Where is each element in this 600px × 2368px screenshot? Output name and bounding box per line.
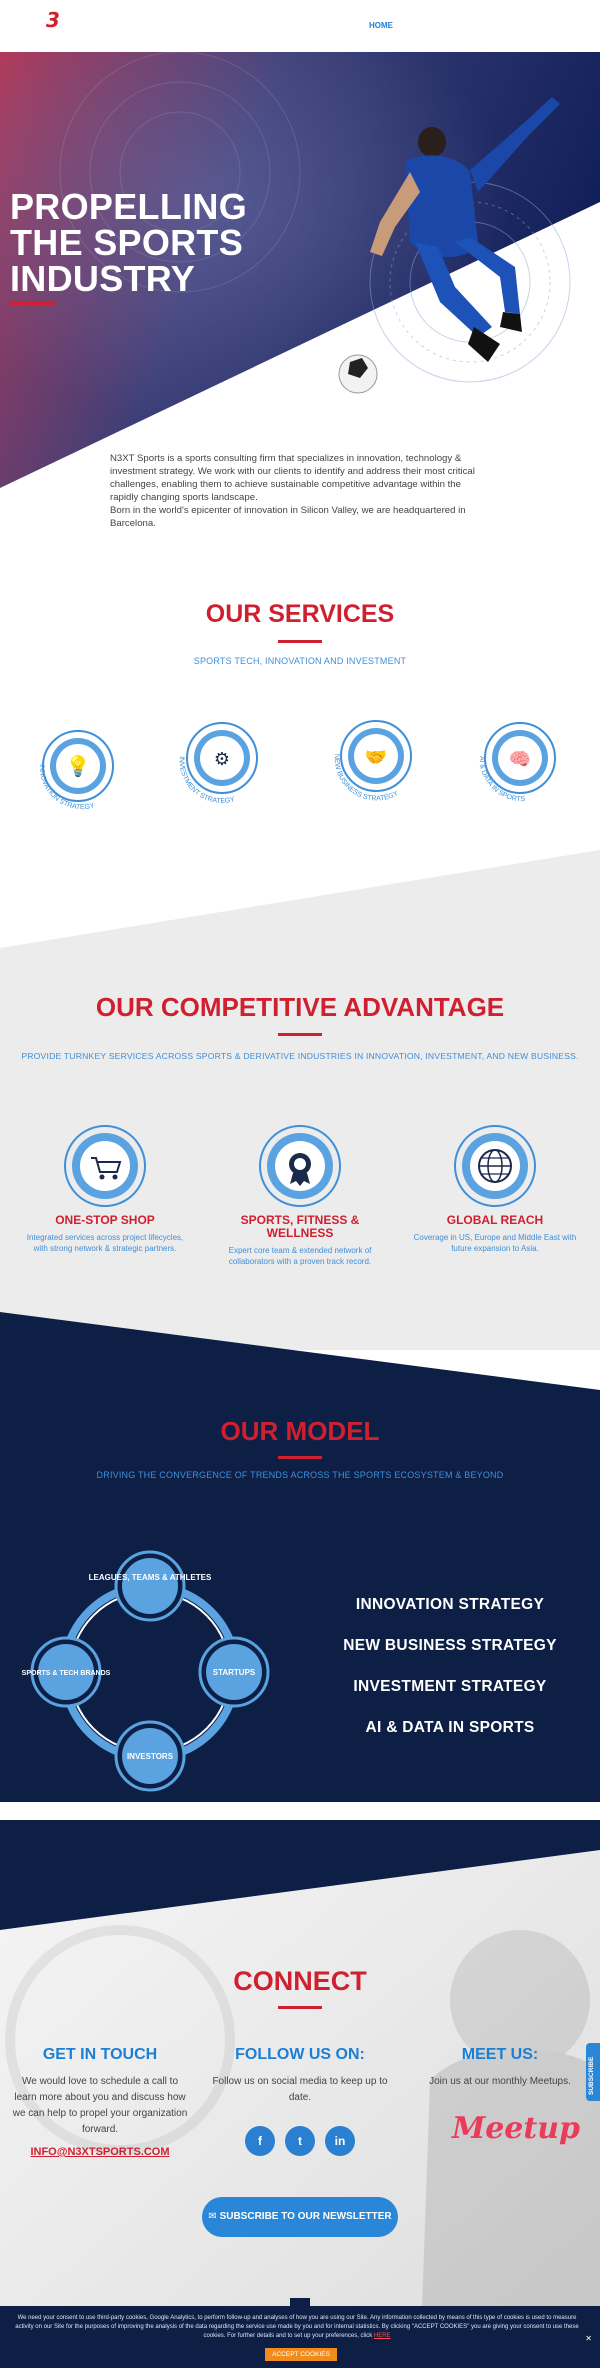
site-header: 3 HOME: [0, 0, 600, 52]
services-icons: 💡 INNOVATION STRATEGY ⚙ INVESTMENT STRAT…: [38, 720, 556, 811]
advantage-one-stop-shop: ONE-STOP SHOP Integrated services across…: [20, 1124, 190, 1254]
node-label: STARTUPS: [213, 1668, 256, 1677]
connect-title-underline: [278, 2006, 322, 2009]
meetup-logo[interactable]: Meetup: [452, 2111, 580, 2146]
node-label: SPORTS & TECH BRANDS: [22, 1670, 111, 1677]
hero-section: PROPELLING THE SPORTS INDUSTRY: [0, 52, 600, 492]
model-node-leagues: LEAGUES, TEAMS & ATHLETES: [89, 1550, 212, 1622]
follow-us-column: FOLLOW US ON: Follow us on social media …: [210, 2046, 390, 2106]
hero-title-underline: [10, 302, 56, 305]
advantage-global-reach: GLOBAL REACH Coverage in US, Europe and …: [410, 1124, 580, 1254]
accept-cookies-button[interactable]: ACCEPT COOKIES: [265, 2348, 337, 2361]
logo[interactable]: 3: [46, 8, 60, 32]
advantage-title-underline: [278, 1033, 322, 1036]
advantage-title: OUR COMPETITIVE ADVANTAGE: [95, 992, 505, 1022]
nav-home-link[interactable]: HOME: [369, 21, 393, 30]
connect-title: CONNECT: [233, 1966, 367, 1996]
close-icon[interactable]: ✕: [585, 2334, 592, 2343]
advantage-desc: Expert core team & extended network of c…: [228, 1246, 372, 1266]
follow-us-heading: FOLLOW US ON:: [235, 2046, 365, 2063]
advantage-desc: Integrated services across project lifec…: [26, 1233, 184, 1253]
lightbulb-icon: 💡: [66, 754, 91, 778]
cookie-message: We need your consent to use third-party …: [15, 2315, 579, 2339]
cookie-banner: We need your consent to use third-party …: [0, 2298, 600, 2368]
subscribe-newsletter-button[interactable]: ✉ SUBSCRIBE TO OUR NEWSLETTER: [202, 2197, 398, 2237]
model-node-startups: STARTUPS: [198, 1636, 270, 1708]
handshake-icon: 🤝: [365, 747, 387, 768]
advantage-name: ONE-STOP SHOP: [55, 1213, 155, 1227]
model-node-brands: SPORTS & TECH BRANDS: [22, 1636, 111, 1708]
advantage-name: GLOBAL REACH: [446, 1213, 544, 1227]
subscribe-side-tab[interactable]: SUBSCRIBE: [586, 2043, 600, 2101]
advantage-sports-fitness: SPORTS, FITNESS & WELLNESS Expert core t…: [215, 1124, 385, 1267]
service-investment[interactable]: ⚙ INVESTMENT STRATEGY: [178, 722, 258, 805]
model-list-item: INVESTMENT STRATEGY: [353, 1678, 547, 1695]
envelope-icon: ✉: [208, 2211, 220, 2222]
cookie-text: We need your consent to use third-party …: [10, 2314, 584, 2341]
globe-icon: [454, 1125, 536, 1207]
investment-icon: ⚙: [214, 749, 230, 770]
medal-icon: [259, 1125, 341, 1207]
model-title-underline: [278, 1456, 322, 1459]
model-list-item: NEW BUSINESS STRATEGY: [343, 1637, 557, 1654]
services-subtitle: SPORTS TECH, INNOVATION AND INVESTMENT: [193, 656, 407, 666]
newsletter-label: SUBSCRIBE TO OUR NEWSLETTER: [219, 2211, 392, 2222]
node-label: INVESTORS: [127, 1752, 174, 1761]
model-subtitle: DRIVING THE CONVERGENCE OF TRENDS ACROSS…: [96, 1470, 504, 1480]
service-ai-data[interactable]: 🧠 AI & DATA IN SPORTS: [478, 722, 556, 803]
advantage-name: SPORTS, FITNESS & WELLNESS: [240, 1213, 360, 1240]
subscribe-tab-label: SUBSCRIBE: [588, 2056, 595, 2095]
get-in-touch-text: We would love to schedule a call to lear…: [12, 2076, 188, 2135]
cookie-preferences-link[interactable]: HERE: [374, 2333, 391, 2339]
model-list: INNOVATION STRATEGY NEW BUSINESS STRATEG…: [340, 1597, 560, 1761]
linkedin-icon[interactable]: in: [325, 2126, 355, 2156]
node-label: LEAGUES, TEAMS & ATHLETES: [89, 1573, 212, 1582]
advantage-background: [0, 850, 600, 1350]
twitter-icon[interactable]: t: [285, 2126, 315, 2156]
facebook-icon[interactable]: f: [245, 2126, 275, 2156]
service-new-business[interactable]: 🤝 NEW BUSINESS STRATEGY: [333, 720, 412, 802]
meet-us-heading: MEET US:: [461, 2046, 539, 2063]
intro-text: N3XT Sports is a sports consulting firm …: [110, 452, 490, 530]
intro-paragraph: Born in the world's epicenter of innovat…: [110, 505, 466, 529]
model-list-item: INNOVATION STRATEGY: [355, 1596, 545, 1613]
brain-icon: 🧠: [509, 749, 531, 770]
cookie-banner-tab[interactable]: [290, 2298, 310, 2306]
model-list-item: AI & DATA IN SPORTS: [365, 1719, 535, 1736]
meet-us-column: MEET US: Join us at our monthly Meetups.: [410, 2046, 590, 2090]
model-title: OUR MODEL: [220, 1416, 380, 1446]
get-in-touch-column: GET IN TOUCH We would love to schedule a…: [10, 2046, 190, 2158]
services-title: OUR SERVICES: [205, 600, 395, 628]
get-in-touch-heading: GET IN TOUCH: [42, 2046, 158, 2063]
intro-paragraph: N3XT Sports is a sports consulting firm …: [110, 453, 475, 503]
cart-icon: [64, 1125, 146, 1207]
advantage-desc: Coverage in US, Europe and Middle East w…: [413, 1233, 577, 1253]
follow-us-text: Follow us on social media to keep up to …: [212, 2076, 388, 2103]
email-link[interactable]: INFO@N3XTSPORTS.COM: [10, 2146, 190, 2158]
model-node-investors: INVESTORS: [114, 1720, 186, 1792]
services-title-underline: [278, 640, 322, 643]
meet-us-text: Join us at our monthly Meetups.: [429, 2076, 571, 2087]
hero-title: PROPELLING THE SPORTS INDUSTRY: [10, 186, 248, 299]
model-diagram: LEAGUES, TEAMS & ATHLETES STARTUPS INVES…: [22, 1550, 270, 1792]
service-innovation[interactable]: 💡 INNOVATION STRATEGY: [38, 730, 114, 811]
advantage-subtitle: PROVIDE TURNKEY SERVICES ACROSS SPORTS &…: [21, 1051, 579, 1061]
